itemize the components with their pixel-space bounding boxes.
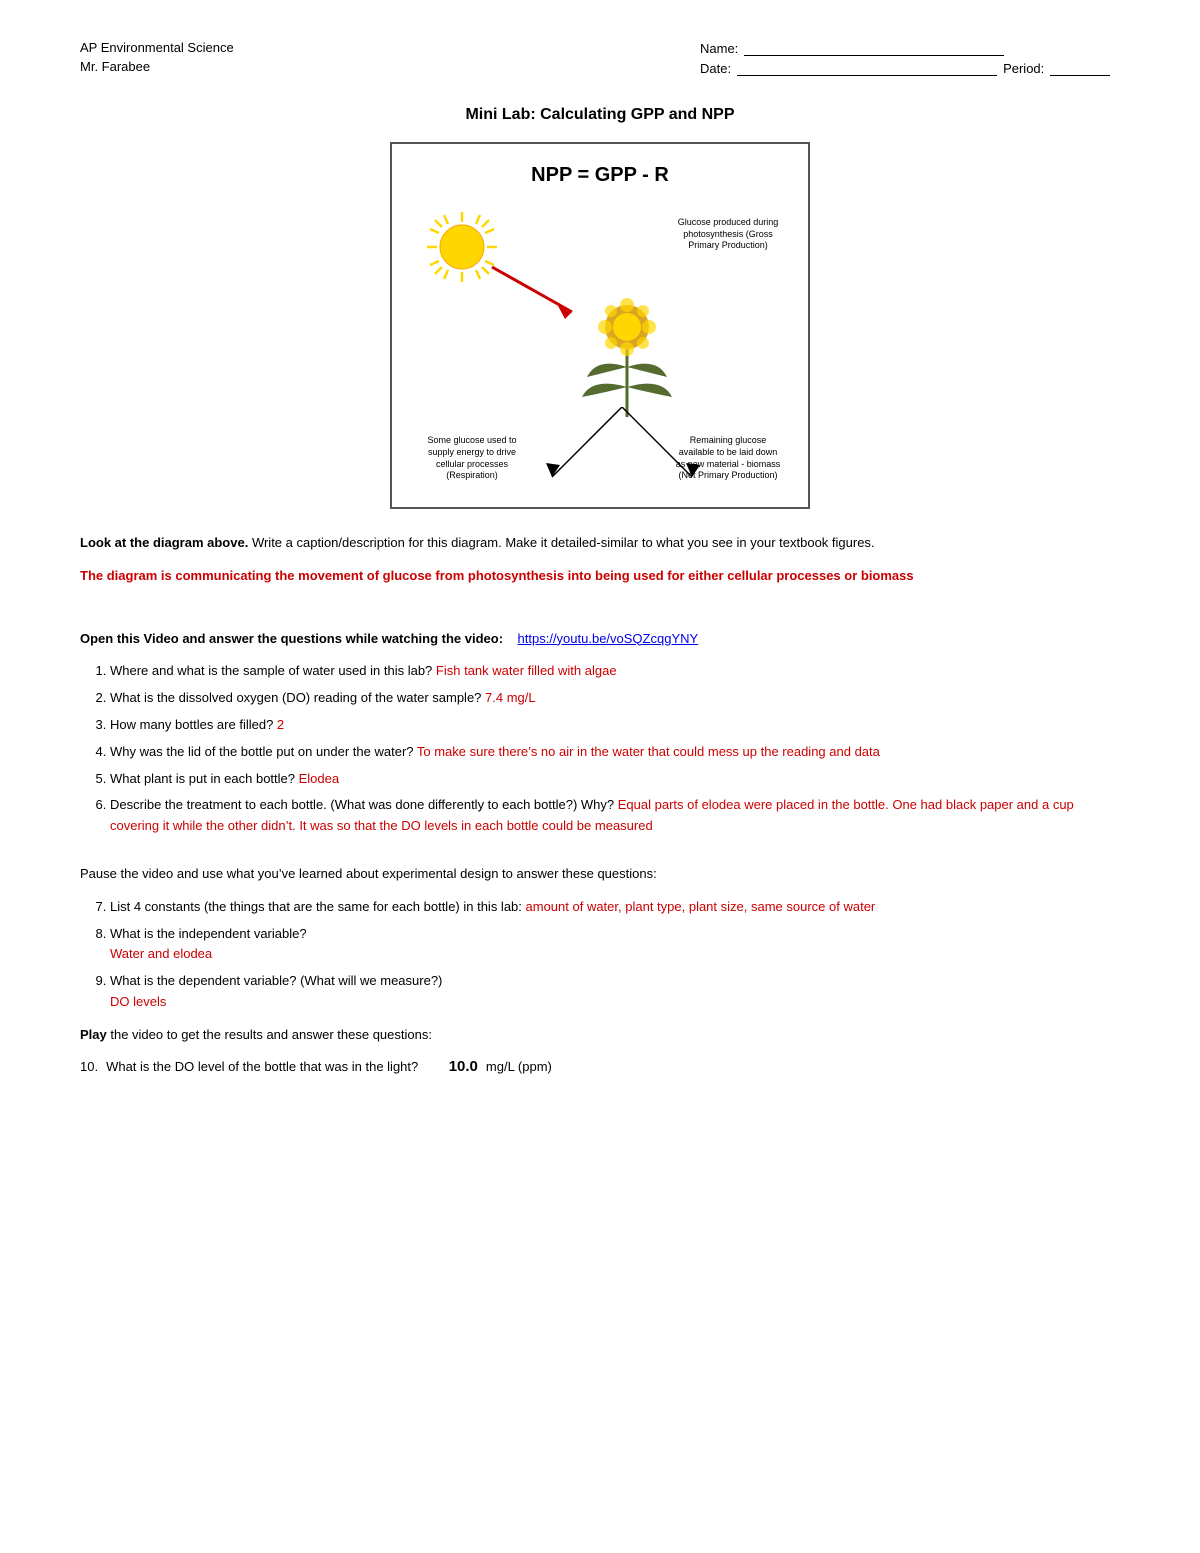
section2-bold-prompt: Open this Video and answer the questions… [80, 631, 503, 646]
diagram-label-top: Glucose produced during photosynthesis (… [673, 217, 783, 252]
section2-prompt-line: Open this Video and answer the questions… [80, 629, 1120, 650]
q4-answer: To make sure there’s no air in the water… [417, 744, 880, 759]
date-label: Date: [700, 61, 731, 76]
q10-num: 10. [80, 1059, 98, 1074]
list-item: Where and what is the sample of water us… [110, 661, 1120, 682]
play-label: Play [80, 1027, 107, 1042]
course-label: AP Environmental Science [80, 40, 234, 55]
q2-answer: 7.4 mg/L [485, 690, 536, 705]
date-period-line: Date: Period: [700, 60, 1120, 76]
plant-icon [567, 257, 687, 417]
q4-text: Why was the lid of the bottle put on und… [110, 744, 417, 759]
q8-answer: Water and elodea [110, 946, 212, 961]
period-label: Period: [1003, 61, 1044, 76]
list-item: How many bottles are filled? 2 [110, 715, 1120, 736]
video-link[interactable]: https://youtu.be/voSQZcqgYNY [518, 631, 699, 646]
section4-play-line: Play the video to get the results and an… [80, 1025, 1120, 1046]
q3-text: How many bottles are filled? [110, 717, 277, 732]
section1-bold-prompt: Look at the diagram above. [80, 535, 248, 550]
header-right: Name: Date: Period: [700, 40, 1120, 76]
list-item: What is the independent variable? Water … [110, 924, 1120, 966]
period-field[interactable] [1050, 60, 1110, 76]
date-field[interactable] [737, 60, 997, 76]
page-title: Mini Lab: Calculating GPP and NPP [80, 106, 1120, 124]
diagram-label-bottom-left: Some glucose used to supply energy to dr… [417, 435, 527, 482]
q7-text: List 4 constants (the things that are th… [110, 899, 526, 914]
list-item: What is the dissolved oxygen (DO) readin… [110, 688, 1120, 709]
header: AP Environmental Science Mr. Farabee Nam… [80, 40, 1120, 76]
q8-text: What is the independent variable? [110, 926, 307, 941]
q10-line: 10. What is the DO level of the bottle t… [80, 1058, 1120, 1075]
section1-answer: The diagram is communicating the movemen… [80, 566, 1120, 587]
play-rest: the video to get the results and answer … [107, 1027, 432, 1042]
q10-answer: 10.0 [449, 1058, 478, 1075]
q5-answer: Elodea [299, 771, 339, 786]
list-item: List 4 constants (the things that are th… [110, 897, 1120, 918]
section3-intro: Pause the video and use what you’ve lear… [80, 864, 1120, 885]
name-field[interactable] [744, 40, 1004, 56]
list-item: Why was the lid of the bottle put on und… [110, 742, 1120, 763]
pause-questions-list: List 4 constants (the things that are th… [110, 897, 1120, 1013]
name-line: Name: [700, 40, 1120, 56]
teacher-label: Mr. Farabee [80, 59, 234, 74]
npp-formula: NPP = GPP - R [412, 164, 788, 187]
q5-text: What plant is put in each bottle? [110, 771, 299, 786]
q9-answer: DO levels [110, 994, 166, 1009]
q9-text: What is the dependent variable? (What wi… [110, 973, 442, 988]
q2-text: What is the dissolved oxygen (DO) readin… [110, 690, 485, 705]
list-item: What is the dependent variable? (What wi… [110, 971, 1120, 1013]
section1-prompt: Look at the diagram above. Write a capti… [80, 533, 1120, 554]
q3-answer: 2 [277, 717, 284, 732]
video-questions-list: Where and what is the sample of water us… [110, 661, 1120, 837]
section1-prompt-rest: Write a caption/description for this dia… [248, 535, 874, 550]
q7-answer: amount of water, plant type, plant size,… [526, 899, 876, 914]
list-item: Describe the treatment to each bottle. (… [110, 795, 1120, 837]
q1-answer: Fish tank water filled with algae [436, 663, 617, 678]
q1-text: Where and what is the sample of water us… [110, 663, 436, 678]
name-label: Name: [700, 41, 738, 56]
diagram-container: NPP = GPP - R [390, 142, 810, 509]
diagram-label-bottom-right: Remaining glucose available to be laid d… [673, 435, 783, 482]
list-item: What plant is put in each bottle? Elodea [110, 769, 1120, 790]
q10-unit: mg/L (ppm) [486, 1059, 552, 1074]
header-left: AP Environmental Science Mr. Farabee [80, 40, 234, 76]
diagram-inner: Glucose produced during photosynthesis (… [412, 207, 788, 487]
q6-text: Describe the treatment to each bottle. (… [110, 797, 618, 812]
q10-text: What is the DO level of the bottle that … [106, 1059, 418, 1074]
